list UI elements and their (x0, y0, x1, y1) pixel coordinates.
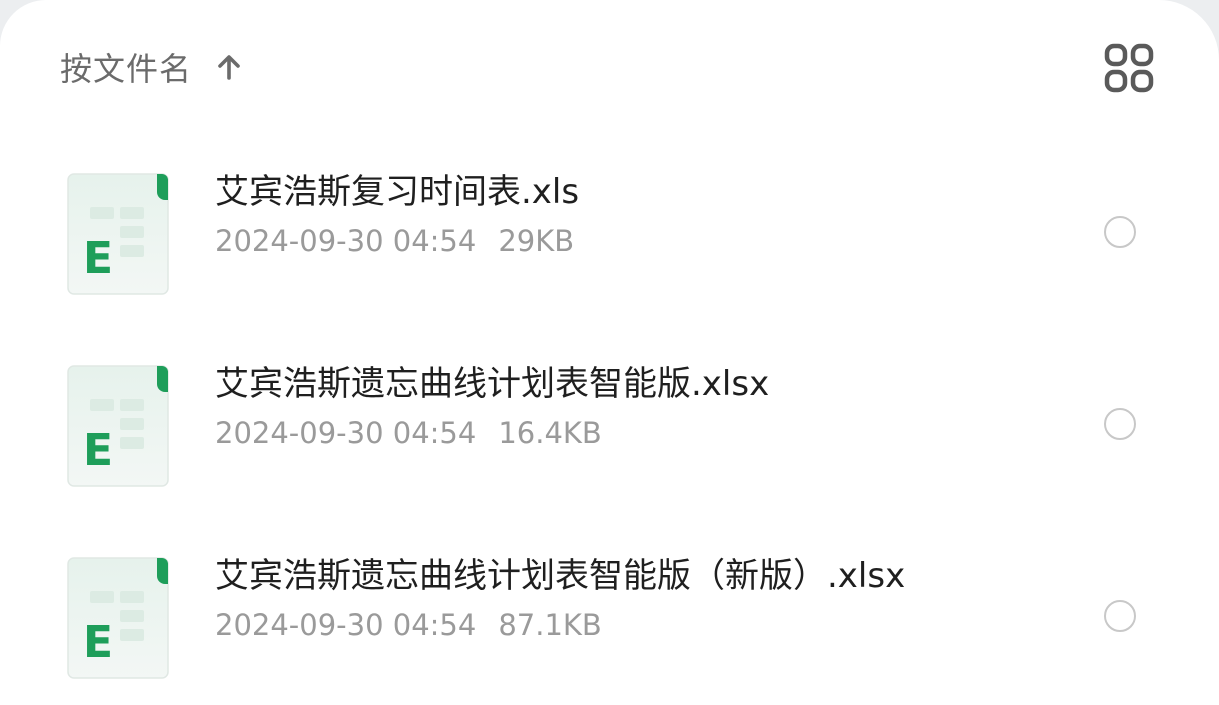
select-radio[interactable] (1104, 216, 1136, 248)
excel-file-icon: E (67, 365, 169, 487)
file-date: 2024-09-30 04:54 (215, 224, 477, 258)
file-meta: 2024-09-30 04:54 29KB (215, 224, 574, 258)
file-size: 29KB (498, 224, 575, 258)
file-name: 艾宾浩斯遗忘曲线计划表智能版（新版）.xlsx (215, 556, 906, 596)
excel-file-icon: E (67, 557, 169, 679)
icon-letter: E (83, 617, 113, 668)
file-meta: 2024-09-30 04:54 16.4KB (215, 416, 602, 450)
file-meta: 2024-09-30 04:54 87.1KB (215, 608, 602, 642)
file-row[interactable]: E 艾宾浩斯遗忘曲线计划表智能版.xlsx 2024-09-30 04:54 1… (0, 344, 1219, 494)
file-size: 16.4KB (498, 416, 602, 450)
file-date: 2024-09-30 04:54 (215, 416, 477, 450)
arrow-up-icon (212, 50, 246, 84)
icon-letter: E (83, 425, 113, 476)
file-row[interactable]: E 艾宾浩斯复习时间表.xls 2024-09-30 04:54 29KB (0, 152, 1219, 302)
select-radio[interactable] (1104, 600, 1136, 632)
file-date: 2024-09-30 04:54 (215, 608, 477, 642)
file-list-panel: 按文件名 E 艾宾浩斯复习时间表.xls 2024-09-30 04:54 29… (0, 0, 1219, 705)
file-size: 87.1KB (498, 608, 602, 642)
file-name: 艾宾浩斯复习时间表.xls (215, 172, 580, 212)
select-radio[interactable] (1104, 408, 1136, 440)
sort-label: 按文件名 (60, 50, 193, 88)
icon-letter: E (83, 233, 113, 284)
excel-file-icon: E (67, 173, 169, 295)
file-name: 艾宾浩斯遗忘曲线计划表智能版.xlsx (215, 364, 770, 404)
grid-view-icon[interactable] (1101, 40, 1157, 96)
sort-control[interactable]: 按文件名 (60, 40, 246, 94)
file-row[interactable]: E 艾宾浩斯遗忘曲线计划表智能版（新版）.xlsx 2024-09-30 04:… (0, 536, 1219, 686)
